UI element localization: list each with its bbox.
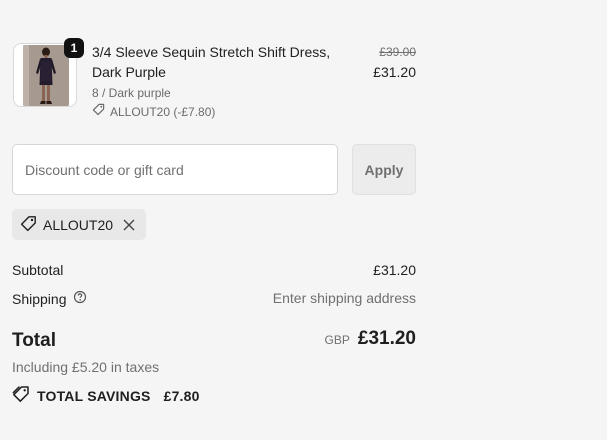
- tag-icon: [12, 385, 30, 406]
- remove-discount-button[interactable]: [121, 217, 137, 233]
- total-row: Total GBP £31.20: [12, 328, 416, 354]
- discount-code-label: ALLOUT20: [43, 216, 114, 233]
- product-title: 3/4 Sleeve Sequin Stretch Shift Dress, D…: [92, 44, 331, 80]
- total-value: £31.20: [357, 328, 416, 349]
- savings-label: TOTAL SAVINGS: [37, 387, 151, 404]
- applied-discount-chip: ALLOUT20: [12, 209, 147, 240]
- total-label: Total: [12, 330, 56, 351]
- tag-icon: [20, 215, 37, 235]
- quantity-badge: 1: [64, 38, 84, 58]
- product-discount-label: ALLOUT20 (-£7.80): [110, 104, 216, 119]
- shipping-label-group: Shipping: [12, 290, 87, 307]
- savings-value: £7.80: [163, 387, 200, 404]
- order-summary: 1 3/4 Sleeve Sequin Stretch Shift Dress,…: [0, 0, 607, 440]
- total-savings: TOTAL SAVINGS £7.80: [12, 385, 200, 406]
- subtotal-label: Subtotal: [12, 262, 64, 278]
- currency-code: GBP: [324, 333, 350, 347]
- original-price: £39.00: [379, 45, 416, 59]
- sale-price: £31.20: [373, 64, 416, 80]
- taxes-note: Including £5.20 in taxes: [12, 359, 160, 375]
- tag-icon: [92, 103, 105, 120]
- apply-button[interactable]: Apply: [352, 144, 416, 195]
- close-icon: [123, 219, 135, 230]
- dress-photo-icon: [23, 45, 69, 106]
- line-item: 1 3/4 Sleeve Sequin Stretch Shift Dress,…: [12, 38, 416, 130]
- shipping-value: Enter shipping address: [272, 290, 416, 306]
- discount-code-input[interactable]: [12, 144, 338, 195]
- total-amount-group: GBP £31.20: [325, 328, 416, 350]
- product-discount: ALLOUT20 (-£7.80): [92, 103, 215, 120]
- product-variant: 8 / Dark purple: [92, 86, 171, 100]
- product-thumbnail: 1: [13, 38, 84, 107]
- shipping-label: Shipping: [12, 290, 67, 307]
- help-icon[interactable]: [73, 290, 87, 307]
- subtotal-value: £31.20: [373, 262, 416, 278]
